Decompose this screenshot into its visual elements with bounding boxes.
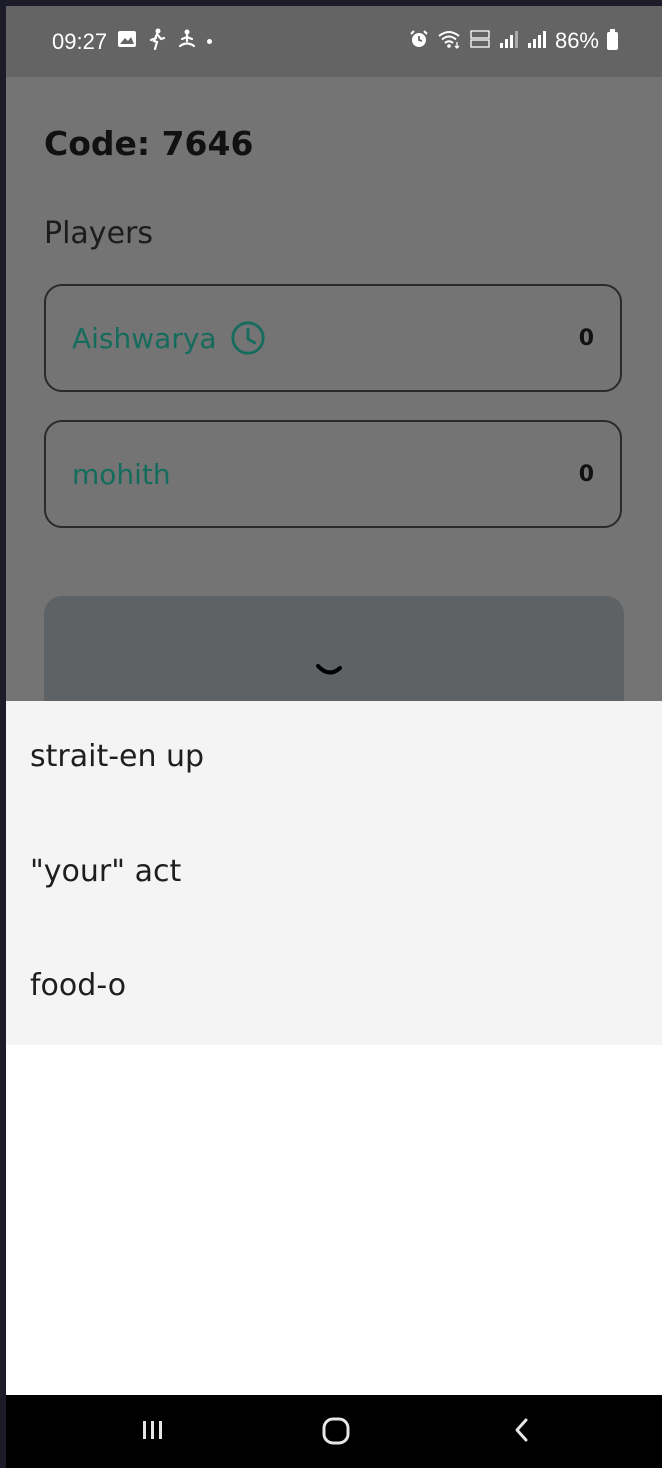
navigation-bar	[6, 1395, 662, 1468]
walking-icon	[147, 28, 167, 55]
player-name: mohith	[72, 457, 171, 491]
player-score: 0	[578, 461, 594, 487]
wifi-icon	[437, 29, 461, 54]
player-name: Aishwarya	[72, 321, 217, 355]
alarm-icon	[409, 29, 429, 54]
meditation-icon	[177, 28, 197, 55]
back-icon[interactable]	[508, 1415, 536, 1445]
app-screen: 09:27 86% Code: 7646 Players Aishwarya 0…	[6, 6, 662, 1468]
game-code-title: Code: 7646	[44, 124, 254, 163]
player-card[interactable]: mohith 0	[44, 420, 622, 528]
player-score: 0	[578, 325, 594, 351]
bottom-sheet: strait-en up "your" act food-o	[6, 701, 662, 1395]
status-time: 09:27	[52, 28, 108, 54]
loading-spinner-icon	[316, 664, 342, 675]
option-item[interactable]: "your" act	[30, 854, 181, 889]
battery-icon	[607, 29, 618, 50]
volte-icon	[469, 29, 491, 54]
option-item[interactable]: strait-en up	[30, 739, 204, 774]
status-bar: 09:27 86%	[6, 6, 662, 77]
dot-icon	[207, 39, 213, 44]
player-card[interactable]: Aishwarya 0	[44, 284, 622, 392]
signal-icon	[527, 29, 547, 54]
recents-icon[interactable]	[138, 1415, 168, 1445]
option-list: strait-en up "your" act food-o	[6, 701, 662, 1045]
players-heading: Players	[44, 216, 153, 251]
home-icon[interactable]	[319, 1415, 353, 1447]
image-icon	[117, 30, 137, 53]
battery-percentage: 86%	[554, 28, 599, 53]
signal-icon	[499, 29, 519, 54]
option-item[interactable]: food-o	[30, 968, 126, 1003]
clock-icon	[230, 321, 265, 355]
